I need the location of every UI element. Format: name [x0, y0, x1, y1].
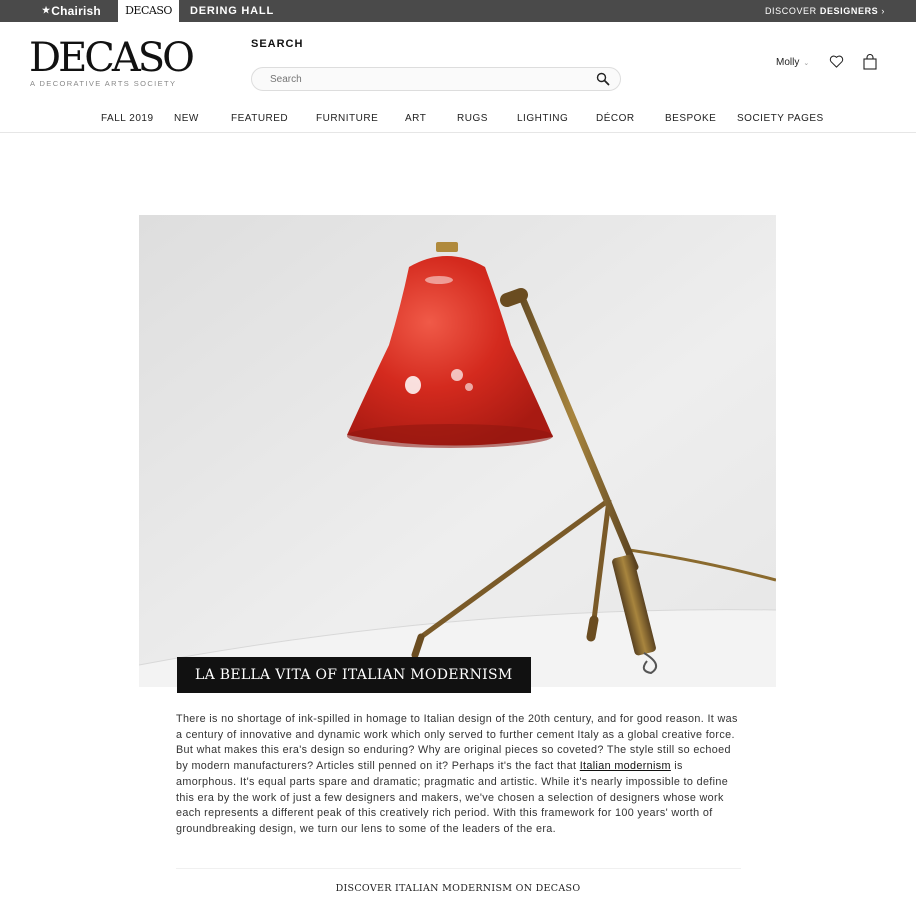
- user-name: Molly: [776, 57, 800, 68]
- nav-item-decor[interactable]: DÉCOR: [596, 113, 635, 124]
- search-icon[interactable]: [596, 72, 610, 86]
- chairish-label: Chairish: [51, 4, 101, 18]
- dering-hall-link[interactable]: DERING HALL: [190, 0, 274, 22]
- nav-item-art[interactable]: ART: [405, 113, 426, 124]
- nav-item-society-pages[interactable]: SOCIETY PAGES: [737, 113, 824, 124]
- shopping-bag-icon[interactable]: [862, 54, 878, 70]
- article-divider: [176, 868, 741, 869]
- heart-icon[interactable]: [829, 54, 844, 69]
- logo-tagline: A DECORATIVE ARTS SOCIETY: [30, 79, 177, 88]
- nav-item-new[interactable]: NEW: [174, 113, 199, 124]
- discover-strong: DESIGNERS: [819, 6, 879, 16]
- nav-divider: [0, 132, 916, 133]
- main-nav: FALL 2019 NEW FEATURED FURNITURE ART RUG…: [0, 113, 916, 127]
- top-bar: ★Chairish DECASO DERING HALL DISCOVER DE…: [0, 0, 916, 22]
- search-box[interactable]: [251, 67, 621, 91]
- chevron-down-icon: ⌄: [803, 60, 810, 67]
- chevron-right-icon: ›: [881, 6, 885, 16]
- nav-item-fall-2019[interactable]: FALL 2019: [101, 113, 154, 124]
- nav-item-rugs[interactable]: RUGS: [457, 113, 488, 124]
- chairish-star-icon: ★: [42, 5, 51, 15]
- discover-designers-link[interactable]: DISCOVER DESIGNERS ›: [765, 0, 885, 22]
- chairish-link[interactable]: ★Chairish: [42, 0, 101, 22]
- red-lamp-illustration: [139, 215, 776, 687]
- article-body: There is no shortage of ink-spilled in h…: [176, 712, 741, 838]
- decaso-tab[interactable]: DECASO: [118, 0, 179, 22]
- nav-item-featured[interactable]: FEATURED: [231, 113, 288, 124]
- nav-item-furniture[interactable]: FURNITURE: [316, 113, 378, 124]
- discover-prefix: DISCOVER: [764, 6, 817, 16]
- discover-italian-modernism-link[interactable]: DISCOVER ITALIAN MODERNISM ON DECASO: [0, 883, 916, 894]
- user-menu[interactable]: Molly ⌄: [776, 57, 809, 68]
- italian-modernism-link[interactable]: Italian modernism: [580, 760, 671, 772]
- nav-item-lighting[interactable]: LIGHTING: [517, 113, 568, 124]
- search-label: SEARCH: [251, 38, 304, 50]
- decaso-logo[interactable]: DECASO: [29, 36, 195, 80]
- hero-image: [139, 215, 776, 687]
- nav-item-bespoke[interactable]: BESPOKE: [665, 113, 716, 124]
- search-input[interactable]: [270, 71, 570, 87]
- article-title: LA BELLA VITA OF ITALIAN MODERNISM: [177, 657, 531, 693]
